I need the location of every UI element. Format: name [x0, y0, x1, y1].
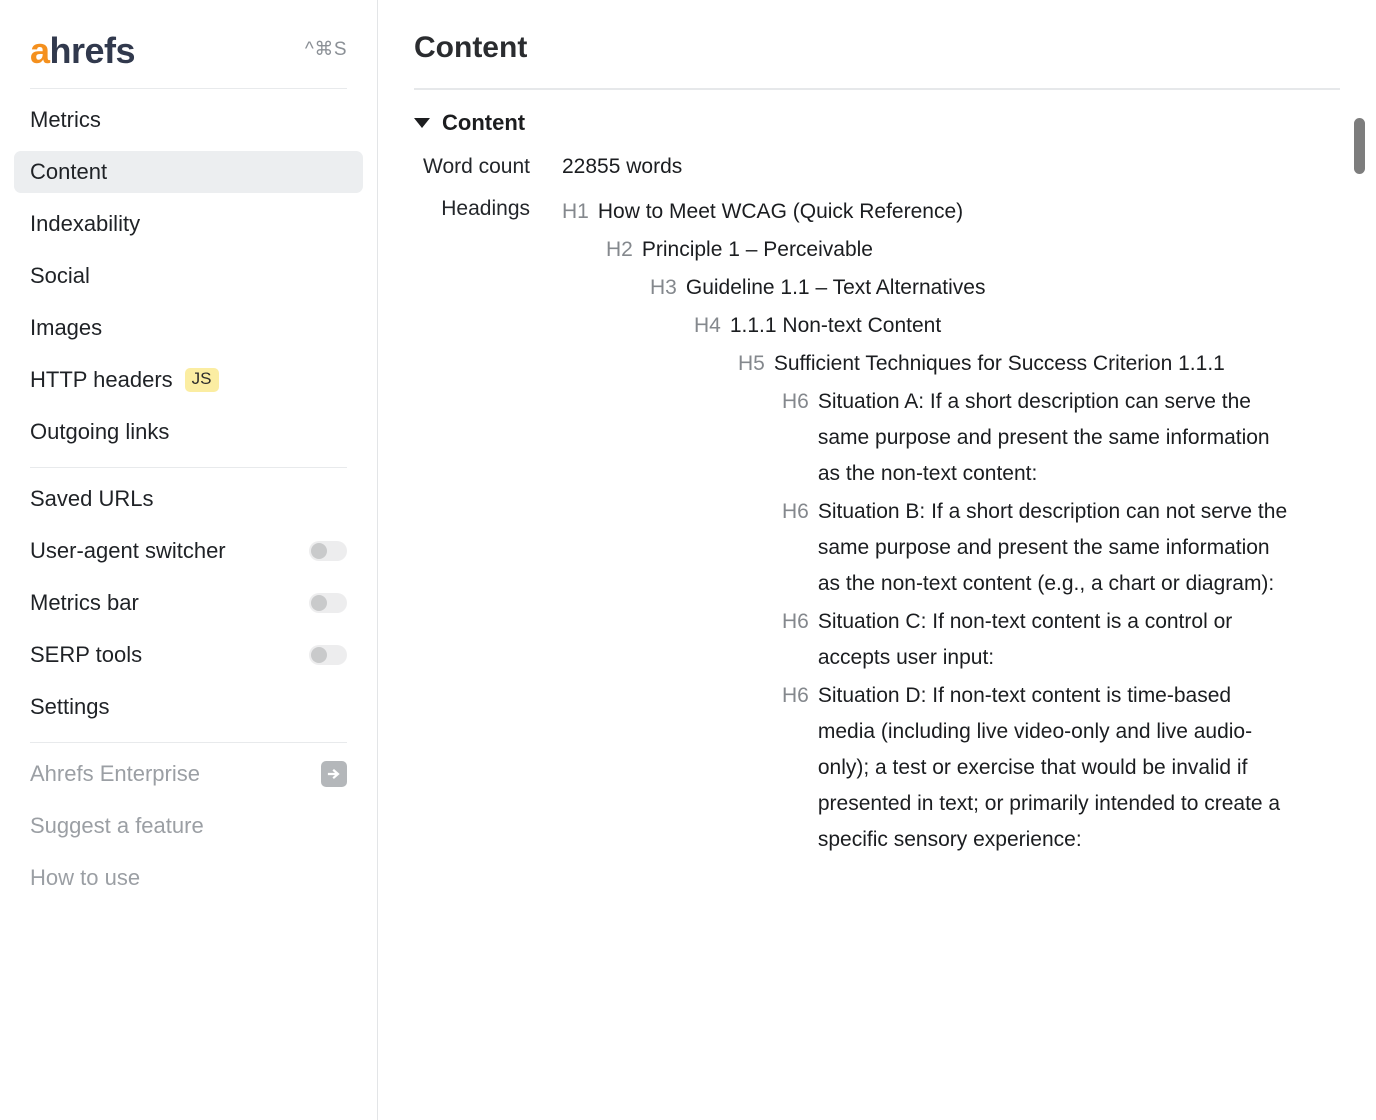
sidebar-header: ahrefs ^⌘S [0, 0, 377, 74]
heading-level-tag: H3 [650, 270, 686, 306]
logo-accent-letter: a [30, 30, 50, 71]
sidebar-primary-nav: Metrics Content Indexability Social Imag… [0, 89, 377, 453]
sidebar-item-label: User-agent switcher [30, 538, 226, 564]
heading-item: H6Situation B: If a short description ca… [782, 494, 1340, 602]
sidebar-item-images[interactable]: Images [14, 307, 363, 349]
metrics-bar-toggle[interactable] [309, 593, 347, 613]
heading-text: How to Meet WCAG (Quick Reference) [598, 194, 963, 230]
heading-item: H2Principle 1 – Perceivable [606, 232, 1340, 268]
toggle-knob [311, 647, 327, 663]
sidebar-item-http-headers[interactable]: HTTP headers JS [14, 359, 363, 401]
sidebar-item-label: Outgoing links [30, 419, 169, 445]
ahrefs-logo[interactable]: ahrefs [30, 33, 135, 69]
sidebar-item-content[interactable]: Content [14, 151, 363, 193]
heading-level-tag: H6 [782, 494, 818, 530]
js-badge: JS [185, 368, 219, 392]
sidebar-item-label: SERP tools [30, 642, 142, 668]
sidebar-item-label: Content [30, 159, 107, 185]
sidebar-item-label: Saved URLs [30, 486, 154, 512]
sidebar-item-label: HTTP headers [30, 367, 173, 393]
sidebar-item-user-agent-switcher[interactable]: User-agent switcher [14, 530, 363, 572]
heading-item: H41.1.1 Non-text Content [694, 308, 1340, 344]
sidebar-item-settings[interactable]: Settings [14, 686, 363, 728]
sidebar-item-label: Suggest a feature [30, 813, 204, 839]
sidebar-item-social[interactable]: Social [14, 255, 363, 297]
sidebar-item-indexability[interactable]: Indexability [14, 203, 363, 245]
main-panel: Content Content Word count 22855 words H… [378, 0, 1376, 1120]
sidebar-item-label: Indexability [30, 211, 140, 237]
heading-item: H1How to Meet WCAG (Quick Reference) [562, 194, 1340, 230]
title-divider [414, 88, 1340, 90]
heading-text: Situation D: If non-text content is time… [818, 678, 1293, 858]
heading-item: H5Sufficient Techniques for Success Crit… [738, 346, 1340, 382]
sidebar-tools-nav: Saved URLs User-agent switcher Metrics b… [0, 468, 377, 728]
headings-label: Headings [414, 194, 562, 224]
sidebar-item-label: Ahrefs Enterprise [30, 761, 200, 787]
sidebar-item-saved-urls[interactable]: Saved URLs [14, 478, 363, 520]
sidebar-item-label: How to use [30, 865, 140, 891]
sidebar: ahrefs ^⌘S Metrics Content Indexability … [0, 0, 378, 1120]
main-content: Content Content Word count 22855 words H… [378, 0, 1376, 860]
content-section-title: Content [442, 110, 525, 136]
heading-level-tag: H6 [782, 604, 818, 640]
toggle-knob [311, 543, 327, 559]
heading-text: Situation A: If a short description can … [818, 384, 1293, 492]
sidebar-item-label: Images [30, 315, 102, 341]
heading-text: Sufficient Techniques for Success Criter… [774, 346, 1225, 382]
scrollbar-thumb[interactable] [1354, 118, 1365, 174]
heading-item: H6Situation A: If a short description ca… [782, 384, 1340, 492]
heading-level-tag: H1 [562, 194, 598, 230]
sidebar-item-ahrefs-enterprise[interactable]: Ahrefs Enterprise [14, 753, 363, 795]
sidebar-item-label: Settings [30, 694, 110, 720]
headings-list: H1How to Meet WCAG (Quick Reference)H2Pr… [562, 194, 1340, 860]
heading-level-tag: H4 [694, 308, 730, 344]
chevron-down-icon [414, 118, 430, 128]
heading-text: Guideline 1.1 – Text Alternatives [686, 270, 986, 306]
heading-text: 1.1.1 Non-text Content [730, 308, 941, 344]
heading-level-tag: H6 [782, 678, 818, 714]
main-scrollbar[interactable] [1352, 0, 1366, 1120]
sidebar-item-label: Metrics [30, 107, 101, 133]
sidebar-item-serp-tools[interactable]: SERP tools [14, 634, 363, 676]
sidebar-item-outgoing-links[interactable]: Outgoing links [14, 411, 363, 453]
heading-text: Situation C: If non-text content is a co… [818, 604, 1293, 676]
serp-tools-toggle[interactable] [309, 645, 347, 665]
sidebar-item-metrics[interactable]: Metrics [14, 99, 363, 141]
word-count-row: Word count 22855 words [414, 152, 1340, 182]
heading-item: H6Situation D: If non-text content is ti… [782, 678, 1340, 858]
heading-level-tag: H6 [782, 384, 818, 420]
toggle-knob [311, 595, 327, 611]
logo-rest-text: hrefs [50, 30, 136, 71]
page-title: Content [414, 30, 1340, 66]
word-count-value: 22855 words [562, 152, 682, 182]
heading-text: Situation B: If a short description can … [818, 494, 1293, 602]
sidebar-item-label: Social [30, 263, 90, 289]
sidebar-item-suggest-a-feature[interactable]: Suggest a feature [14, 805, 363, 847]
sidebar-footer-nav: Ahrefs Enterprise Suggest a feature How … [0, 743, 377, 899]
sidebar-item-how-to-use[interactable]: How to use [14, 857, 363, 899]
keyboard-shortcut-hint: ^⌘S [305, 40, 347, 63]
sidebar-item-label: Metrics bar [30, 590, 139, 616]
heading-text: Principle 1 – Perceivable [642, 232, 873, 268]
headings-row: Headings H1How to Meet WCAG (Quick Refer… [414, 194, 1340, 860]
external-link-icon [321, 761, 347, 787]
heading-level-tag: H5 [738, 346, 774, 382]
heading-level-tag: H2 [606, 232, 642, 268]
content-section-toggle[interactable]: Content [414, 110, 1340, 136]
user-agent-switcher-toggle[interactable] [309, 541, 347, 561]
heading-item: H6Situation C: If non-text content is a … [782, 604, 1340, 676]
word-count-label: Word count [414, 152, 562, 182]
app-root: ahrefs ^⌘S Metrics Content Indexability … [0, 0, 1376, 1120]
sidebar-item-metrics-bar[interactable]: Metrics bar [14, 582, 363, 624]
heading-item: H3Guideline 1.1 – Text Alternatives [650, 270, 1340, 306]
